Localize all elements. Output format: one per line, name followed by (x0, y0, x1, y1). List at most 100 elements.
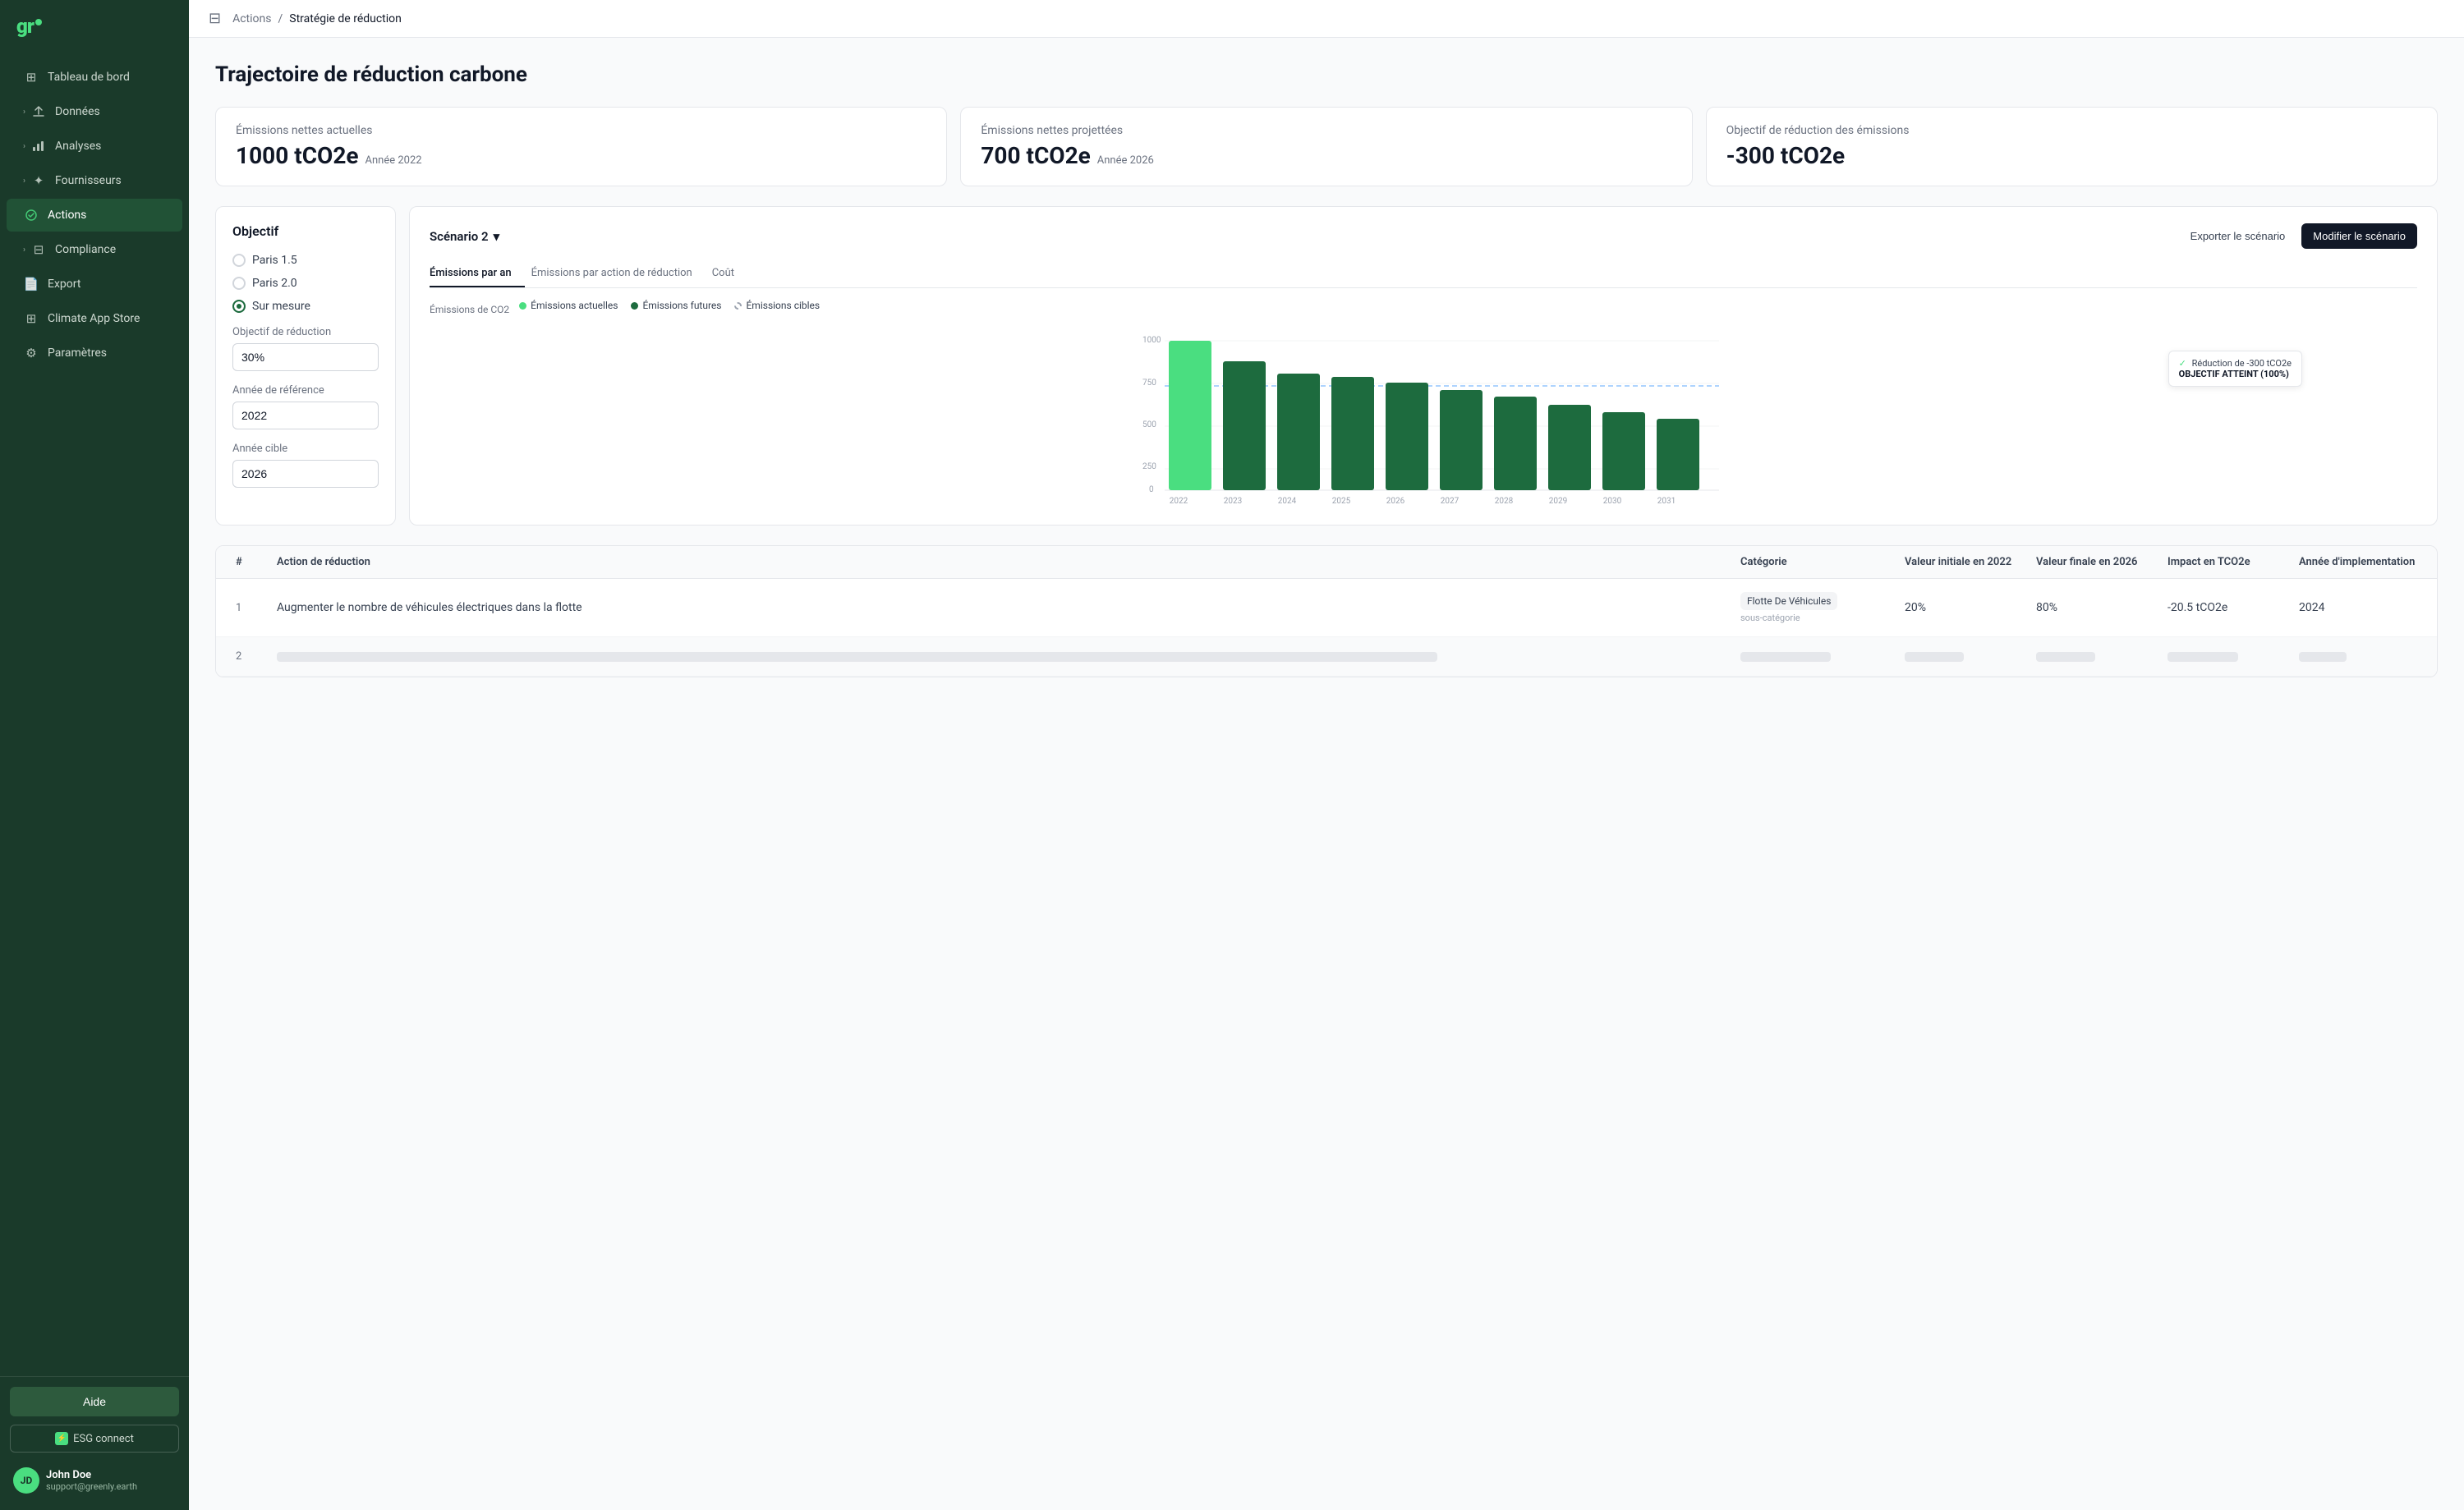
logo: gr (0, 0, 189, 53)
field-label-annee-cible: Année cible (232, 443, 379, 455)
col-header-year: Année d'implementation (2292, 556, 2424, 568)
table-row: 1 Augmenter le nombre de véhicules élect… (216, 579, 2437, 637)
radio-circle-sur-mesure (232, 300, 246, 313)
field-label-reduction: Objectif de réduction (232, 326, 379, 338)
sidebar-item-climate[interactable]: ⊞ Climate App Store (7, 302, 182, 335)
actions-icon (23, 207, 39, 223)
user-profile[interactable]: JD John Doe support@greenly.earth (10, 1461, 179, 1500)
check-icon: ✓ (2179, 358, 2186, 369)
sidebar-item-label-donnees: Données (55, 105, 100, 118)
stat-label-1: Émissions nettes projettées (981, 124, 1671, 137)
sidebar-item-label-export: Export (48, 278, 80, 291)
sidebar-item-compliance[interactable]: › ⊟ Compliance (7, 233, 182, 266)
svg-text:2027: 2027 (1441, 497, 1460, 506)
cell-final-2 (2030, 652, 2161, 662)
reduction-table: # Action de réduction Catégorie Valeur i… (215, 545, 2438, 677)
gear-icon: ⚙ (23, 345, 39, 361)
sidebar-item-label-fournisseurs: Fournisseurs (55, 174, 122, 187)
field-annee-ref: Année de référence (232, 384, 379, 429)
col-header-num: # (229, 556, 270, 568)
table-header: # Action de réduction Catégorie Valeur i… (216, 546, 2437, 579)
chart-area: 1000 750 500 250 0 (430, 328, 2417, 508)
sidebar-item-label-climate: Climate App Store (48, 312, 140, 325)
stat-label-2: Objectif de réduction des émissions (1726, 124, 2417, 137)
loading-bar-category (1740, 652, 1831, 662)
field-annee-cible: Année cible (232, 443, 379, 488)
export-scenario-button[interactable]: Exporter le scénario (2182, 225, 2294, 247)
sidebar-item-fournisseurs[interactable]: › ✦ Fournisseurs (7, 164, 182, 197)
loading-bar-action (277, 652, 1437, 662)
bar-2028 (1494, 397, 1537, 490)
sidebar-nav: ⊞ Tableau de bord › Données › Analyses ›… (0, 53, 189, 1376)
upload-icon (30, 103, 47, 120)
cell-category-2 (1734, 652, 1898, 662)
bar-2027 (1440, 390, 1483, 490)
modify-scenario-button[interactable]: Modifier le scénario (2301, 223, 2417, 249)
stat-value-1: 700 tCO2e Année 2026 (981, 142, 1671, 169)
stat-card-2: Objectif de réduction des émissions -300… (1706, 107, 2438, 186)
scenario-selector[interactable]: Scénario 2 ▾ (430, 229, 499, 244)
legend-dot-future (631, 302, 638, 310)
svg-text:2030: 2030 (1603, 497, 1622, 506)
chart-actions: Exporter le scénario Modifier le scénari… (2182, 223, 2417, 249)
radio-sur-mesure[interactable]: Sur mesure (232, 300, 379, 313)
svg-text:1000: 1000 (1142, 336, 1161, 345)
esg-connect-label: ESG connect (73, 1433, 134, 1445)
svg-text:0: 0 (1149, 485, 1154, 494)
sidebar-item-analyses[interactable]: › Analyses (7, 130, 182, 163)
chart-svg: 1000 750 500 250 0 (430, 328, 2417, 508)
sidebar-item-tableau[interactable]: ⊞ Tableau de bord (7, 61, 182, 94)
loading-bar-final (2036, 652, 2095, 662)
chart-panel: Scénario 2 ▾ Exporter le scénario Modifi… (409, 206, 2438, 526)
radio-circle-paris15 (232, 254, 246, 267)
scenario-label: Scénario 2 (430, 229, 489, 244)
subcategory-label-1: sous-catégorie (1740, 613, 1892, 623)
svg-text:500: 500 (1142, 420, 1156, 429)
chart-icon (30, 138, 47, 154)
tab-cout[interactable]: Coût (712, 260, 747, 287)
cell-action-1: Augmenter le nombre de véhicules électri… (270, 601, 1734, 614)
tab-emissions-par-action[interactable]: Émissions par action de réduction (531, 260, 706, 287)
chevron-down-icon: ▾ (494, 229, 500, 244)
sidebar-item-parametres[interactable]: ⚙ Paramètres (7, 337, 182, 369)
svg-text:2028: 2028 (1495, 497, 1514, 506)
radio-paris20[interactable]: Paris 2.0 (232, 277, 379, 290)
legend-label-actual: Émissions actuelles (531, 300, 618, 311)
cell-num-2: 2 (229, 650, 270, 663)
sidebar-toggle-button[interactable]: ⊟ (209, 10, 221, 27)
svg-text:2025: 2025 (1332, 497, 1351, 506)
sidebar-item-label-analyses: Analyses (55, 140, 101, 153)
sidebar-item-donnees[interactable]: › Données (7, 95, 182, 128)
tab-emissions-par-an[interactable]: Émissions par an (430, 260, 525, 287)
col-header-category: Catégorie (1734, 556, 1898, 568)
stat-card-1: Émissions nettes projettées 700 tCO2e An… (960, 107, 1692, 186)
user-info: John Doe support@greenly.earth (46, 1469, 176, 1492)
esg-connect-banner: ⚡ ESG connect (10, 1425, 179, 1453)
radio-paris15[interactable]: Paris 1.5 (232, 254, 379, 267)
bar-2031 (1657, 419, 1699, 490)
cell-category-1: Flotte De Véhicules sous-catégorie (1734, 592, 1898, 623)
field-input-annee-cible[interactable] (232, 460, 379, 488)
chart-header: Scénario 2 ▾ Exporter le scénario Modifi… (430, 223, 2417, 249)
radio-circle-paris20 (232, 277, 246, 290)
field-input-reduction[interactable] (232, 343, 379, 371)
bar-2024 (1277, 374, 1320, 490)
sidebar-item-actions[interactable]: Actions (7, 199, 182, 232)
svg-text:2026: 2026 (1386, 497, 1405, 506)
stat-cards: Émissions nettes actuelles 1000 tCO2e An… (215, 107, 2438, 186)
chevron-icon-analyses: › (23, 142, 25, 151)
logo-dot (35, 19, 42, 25)
svg-text:2023: 2023 (1224, 497, 1242, 506)
breadcrumb-parent[interactable]: Actions (232, 12, 271, 25)
cell-impact-1: -20.5 tCO2e (2161, 601, 2292, 614)
export-icon: 📄 (23, 276, 39, 292)
field-input-annee-ref[interactable] (232, 402, 379, 429)
loading-bar-year (2299, 652, 2347, 662)
panel-row: Objectif Paris 1.5 Paris 2.0 Sur mesure … (215, 206, 2438, 526)
sidebar-item-export[interactable]: 📄 Export (7, 268, 182, 301)
help-button[interactable]: Aide (10, 1387, 179, 1416)
chart-tooltip: ✓ Réduction de -300 tCO2e OBJECTIF ATTEI… (2168, 351, 2302, 387)
stat-label-0: Émissions nettes actuelles (236, 124, 926, 137)
chevron-icon-donnees: › (23, 108, 25, 117)
sidebar-item-label-parametres: Paramètres (48, 347, 107, 360)
